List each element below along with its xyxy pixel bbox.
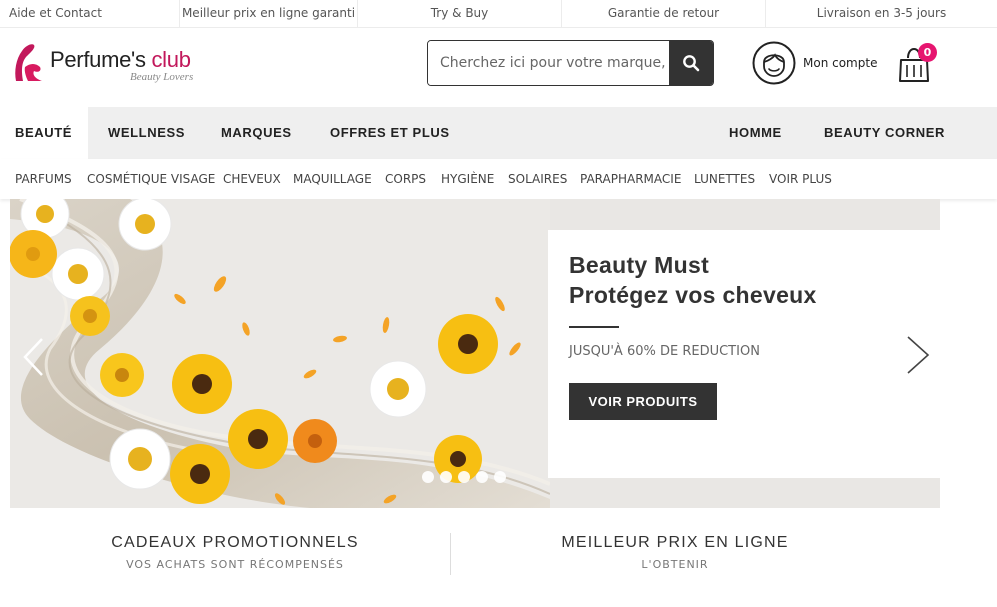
cart-count-badge: 0: [918, 43, 937, 62]
top-info-bar: Aide et Contact Meilleur prix en ligne g…: [0, 0, 997, 28]
subnav-hygiene[interactable]: HYGIÈNE: [441, 159, 494, 199]
view-products-button[interactable]: VOIR PRODUITS: [569, 383, 717, 420]
benefit-promo-gifts[interactable]: CADEAUX PROMOTIONNELS VOS ACHATS SONT RÉ…: [110, 534, 360, 571]
carousel-next-arrow-icon[interactable]: [904, 335, 932, 375]
site-logo[interactable]: Perfume's club Beauty Lovers: [12, 41, 217, 85]
topbar-try-buy[interactable]: Try & Buy: [358, 0, 562, 28]
benefit-subtitle: L'OBTENIR: [641, 558, 709, 571]
sub-navigation: PARFUMS COSMÉTIQUE VISAGE CHEVEUX MAQUIL…: [0, 159, 997, 199]
nav-offres[interactable]: OFFRES ET PLUS: [330, 107, 450, 159]
logo-name-accent: club: [151, 47, 191, 72]
topbar-return-guarantee[interactable]: Garantie de retour: [562, 0, 766, 28]
subnav-corps[interactable]: CORPS: [385, 159, 426, 199]
topbar-help-contact[interactable]: Aide et Contact: [0, 0, 180, 28]
subnav-lunettes[interactable]: LUNETTES: [694, 159, 755, 199]
search-input[interactable]: [428, 41, 669, 85]
topbar-delivery[interactable]: Livraison en 3-5 jours: [766, 0, 997, 28]
topbar-best-price[interactable]: Meilleur prix en ligne garanti: [180, 0, 358, 28]
carousel-dot[interactable]: [422, 471, 434, 483]
account-link[interactable]: Mon compte: [752, 41, 877, 85]
hero-title: Beauty Must Protégez vos cheveux: [569, 250, 817, 310]
subnav-voir-plus[interactable]: VOIR PLUS: [769, 159, 832, 199]
search-button[interactable]: [669, 41, 713, 85]
nav-homme[interactable]: HOMME: [729, 107, 782, 159]
benefit-best-price[interactable]: MEILLEUR PRIX EN LIGNE L'OBTENIR: [550, 534, 800, 571]
subnav-cosmetique-visage[interactable]: COSMÉTIQUE VISAGE: [87, 159, 215, 199]
carousel-dot[interactable]: [458, 471, 470, 483]
logo-wordmark: Perfume's club: [50, 47, 191, 73]
benefit-title: MEILLEUR PRIX EN LIGNE: [561, 534, 789, 551]
subnav-solaires[interactable]: SOLAIRES: [508, 159, 567, 199]
carousel-dot[interactable]: [440, 471, 452, 483]
hero-carousel: Beauty Must Protégez vos cheveux JUSQU'À…: [10, 199, 940, 508]
subnav-cheveux[interactable]: CHEVEUX: [223, 159, 281, 199]
carousel-dot[interactable]: [494, 471, 506, 483]
logo-name: Perfume's: [50, 47, 152, 72]
subnav-parapharmacie[interactable]: PARAPHARMACIE: [580, 159, 681, 199]
nav-beauty-corner[interactable]: BEAUTY CORNER: [824, 107, 945, 159]
carousel-prev-arrow-icon[interactable]: [22, 337, 44, 377]
logo-tagline: Beauty Lovers: [130, 71, 194, 83]
user-face-icon: [752, 41, 796, 85]
hero-subtitle: JUSQU'À 60% DE REDUCTION: [569, 344, 760, 359]
hero-promo-panel: Beauty Must Protégez vos cheveux JUSQU'À…: [548, 230, 940, 478]
benefit-title: CADEAUX PROMOTIONNELS: [111, 534, 359, 551]
hero-title-line2: Protégez vos cheveux: [569, 282, 817, 308]
search-bar: [427, 40, 714, 86]
hero-image: [10, 199, 550, 508]
subnav-maquillage[interactable]: MAQUILLAGE: [293, 159, 372, 199]
account-label: Mon compte: [803, 56, 878, 70]
nav-marques[interactable]: MARQUES: [221, 107, 292, 159]
hero-title-line1: Beauty Must: [569, 252, 710, 278]
cart-button[interactable]: 0: [898, 42, 942, 86]
subnav-parfums[interactable]: PARFUMS: [15, 159, 72, 199]
benefit-divider: [450, 533, 451, 575]
carousel-dot[interactable]: [476, 471, 488, 483]
logo-mark-icon: [15, 44, 42, 81]
search-icon: [683, 55, 700, 72]
benefit-subtitle: VOS ACHATS SONT RÉCOMPENSÉS: [126, 558, 344, 571]
main-navigation: BEAUTÉ WELLNESS MARQUES OFFRES ET PLUS H…: [0, 107, 997, 159]
nav-beaute[interactable]: BEAUTÉ: [0, 107, 88, 159]
hero-divider: [569, 326, 619, 328]
carousel-indicators: [422, 471, 506, 483]
nav-wellness[interactable]: WELLNESS: [108, 107, 185, 159]
